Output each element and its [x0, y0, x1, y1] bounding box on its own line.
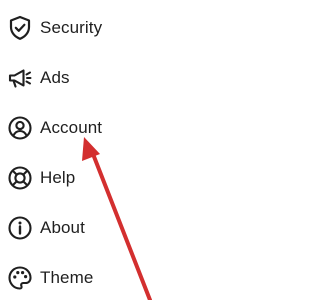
menu-item-account[interactable]: Account	[0, 108, 281, 148]
menu-item-help[interactable]: Help	[0, 158, 281, 198]
settings-screen: Security Ads Account Help About Theme	[0, 0, 281, 300]
menu-item-label: About	[40, 218, 85, 237]
menu-item-ads[interactable]: Ads	[0, 58, 281, 98]
menu-item-security[interactable]: Security	[0, 8, 281, 48]
menu-item-label: Account	[40, 118, 103, 137]
menu-item-about[interactable]: About	[0, 208, 281, 248]
lifebuoy-icon	[6, 164, 34, 192]
account-icon	[6, 114, 34, 142]
palette-icon	[6, 264, 34, 292]
megaphone-icon	[6, 64, 34, 92]
menu-item-label: Security	[40, 18, 103, 37]
menu-item-theme[interactable]: Theme	[0, 258, 281, 298]
menu-item-label: Ads	[40, 68, 70, 87]
shield-icon	[6, 14, 34, 42]
info-icon	[6, 214, 34, 242]
menu-item-label: Theme	[40, 268, 94, 287]
menu-item-label: Help	[40, 168, 76, 187]
